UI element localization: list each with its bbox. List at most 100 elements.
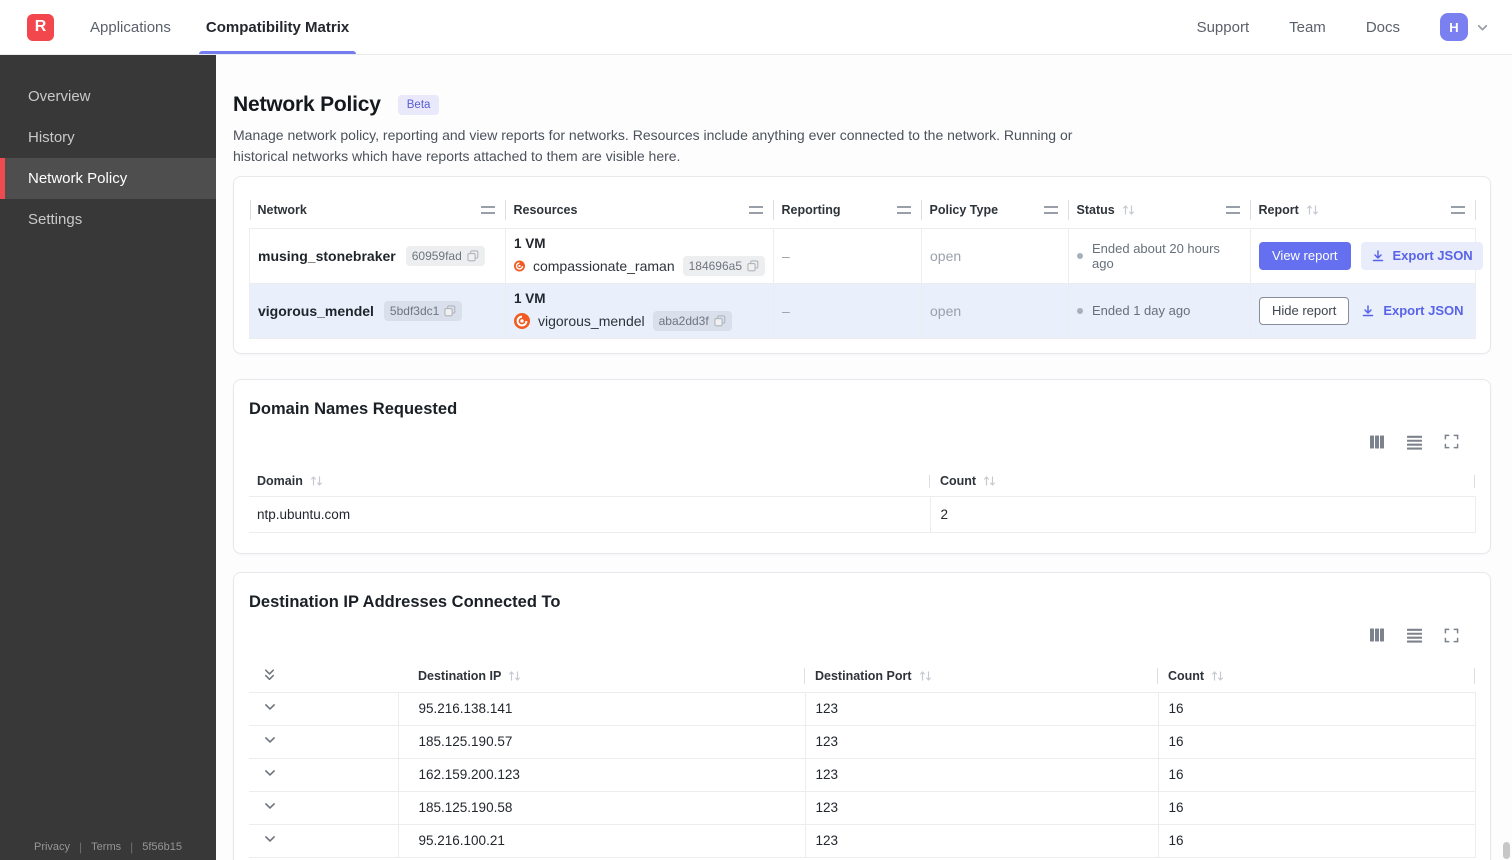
destination-count-value: 16 [1157, 824, 1476, 858]
columns-view-icon[interactable] [1369, 627, 1385, 643]
column-drag-handle-icon[interactable] [480, 205, 495, 214]
sidebar-item-history[interactable]: History [0, 117, 216, 158]
report-button[interactable]: Hide report [1259, 296, 1350, 325]
destination-row[interactable]: 185.125.190.58 123 16 [249, 791, 1476, 825]
destination-count-value: 16 [1157, 692, 1476, 726]
sort-icon[interactable] [310, 475, 323, 487]
copy-icon[interactable] [444, 304, 456, 317]
export-json-button[interactable]: Export JSON [1360, 241, 1483, 270]
column-drag-handle-icon[interactable] [896, 205, 911, 214]
destination-ip-value: 162.159.200.123 [397, 758, 805, 792]
sort-icon[interactable] [508, 670, 521, 682]
page-description: Manage network policy, reporting and vie… [233, 127, 1073, 164]
primary-nav: Applications Compatibility Matrix [90, 0, 384, 54]
destination-port-value: 123 [804, 824, 1158, 858]
resource-hash-badge[interactable]: 184696a5 [682, 255, 765, 276]
destination-port-value: 123 [804, 758, 1158, 792]
rows-view-icon[interactable] [1406, 627, 1423, 643]
column-header-network[interactable]: Network [249, 192, 506, 228]
destinations-toolbar [249, 626, 1459, 644]
column-header-reporting[interactable]: Reporting [774, 192, 922, 228]
chevron-down-icon[interactable] [263, 733, 277, 747]
column-header-status[interactable]: Status [1069, 192, 1251, 228]
column-header-report[interactable]: Report [1251, 192, 1476, 228]
column-drag-handle-icon[interactable] [1450, 205, 1465, 214]
sidebar-item-settings[interactable]: Settings [0, 199, 216, 240]
nav-link-team[interactable]: Team [1289, 19, 1326, 36]
status-dot [1077, 307, 1083, 314]
destination-row[interactable]: 162.159.200.123 123 16 [249, 758, 1476, 792]
network-row[interactable]: musing_stonebraker 60959fad 1 VM compass… [249, 227, 1483, 283]
chevron-down-icon[interactable] [263, 766, 277, 780]
column-header-policy-type[interactable]: Policy Type [922, 192, 1069, 228]
chevron-down-icon[interactable] [263, 799, 277, 813]
status-text: Ended 1 day ago [1092, 303, 1191, 318]
network-row[interactable]: vigorous_mendel 5bdf3dc1 1 VM vigorous_m… [249, 282, 1476, 339]
column-header-dest-count[interactable]: Count [1158, 660, 1475, 693]
terms-link[interactable]: Terms [91, 841, 121, 853]
fullscreen-icon[interactable] [1444, 434, 1459, 449]
column-drag-handle-icon[interactable] [1043, 205, 1058, 214]
chevron-down-icon[interactable] [263, 832, 277, 846]
privacy-link[interactable]: Privacy [34, 841, 70, 853]
sort-icon[interactable] [919, 670, 932, 682]
export-json-button[interactable]: Export JSON [1359, 297, 1465, 325]
destination-row[interactable]: 95.216.138.141 123 16 [249, 692, 1476, 726]
expand-all-icon[interactable] [263, 667, 276, 682]
column-header-resources[interactable]: Resources [506, 192, 774, 228]
build-version: 5f56b15 [142, 841, 183, 853]
rows-view-icon[interactable] [1406, 434, 1423, 450]
fullscreen-icon[interactable] [1444, 628, 1459, 643]
column-header-destination-ip[interactable]: Destination IP [398, 660, 805, 693]
destinations-card-title: Destination IP Addresses Connected To [249, 593, 561, 611]
destination-ip-value: 185.125.190.58 [397, 791, 805, 825]
nav-link-support[interactable]: Support [1197, 19, 1250, 36]
scrollbar-thumb[interactable] [1503, 842, 1510, 859]
reporting-value: – [773, 282, 922, 339]
app-logo[interactable]: R [27, 13, 54, 41]
policy-type-value: open [921, 282, 1069, 339]
user-avatar[interactable]: H [1440, 13, 1468, 41]
sort-icon[interactable] [1122, 204, 1135, 216]
sort-icon[interactable] [1211, 670, 1224, 682]
column-drag-handle-icon[interactable] [1225, 205, 1240, 214]
vm-icon [514, 260, 525, 271]
main-content: Network Policy Beta Manage network polic… [216, 55, 1512, 860]
status-text: Ended about 20 hours ago [1092, 240, 1220, 271]
network-hash-badge[interactable]: 60959fad [405, 245, 485, 266]
destination-row[interactable]: 95.216.100.21 123 16 [249, 824, 1476, 858]
sort-icon[interactable] [983, 475, 996, 487]
network-name: musing_stonebraker [258, 247, 396, 264]
columns-view-icon[interactable] [1369, 434, 1385, 450]
nav-link-docs[interactable]: Docs [1366, 19, 1400, 36]
vm-count: 1 VM [514, 290, 546, 306]
sidebar-item-network-policy[interactable]: Network Policy [0, 158, 216, 199]
column-header-count[interactable]: Count [930, 466, 1475, 497]
network-hash-badge[interactable]: 5bdf3dc1 [383, 300, 463, 321]
copy-icon[interactable] [747, 259, 759, 272]
column-drag-handle-icon[interactable] [748, 205, 763, 214]
sort-icon[interactable] [1306, 204, 1319, 216]
destination-port-value: 123 [804, 692, 1158, 726]
destination-count-value: 16 [1157, 725, 1476, 759]
copy-icon[interactable] [714, 314, 726, 327]
destination-row[interactable]: 185.125.190.57 123 16 [249, 725, 1476, 759]
nav-tab-applications[interactable]: Applications [90, 0, 171, 54]
networks-table-header: Network Resources Reporting Policy Type [249, 192, 1476, 228]
chevron-down-icon[interactable] [263, 700, 277, 714]
column-header-destination-port[interactable]: Destination Port [805, 660, 1158, 693]
user-menu-chevron-icon[interactable] [1475, 20, 1490, 35]
app-logo-letter: R [34, 18, 47, 35]
resource-hash-badge[interactable]: aba2dd3f [652, 310, 732, 331]
destinations-card: Destination IP Addresses Connected To De… [233, 572, 1491, 860]
nav-tab-compatibility-matrix[interactable]: Compatibility Matrix [198, 0, 357, 54]
column-header-domain[interactable]: Domain [249, 466, 930, 497]
network-name: vigorous_mendel [258, 302, 374, 319]
copy-icon[interactable] [467, 249, 479, 262]
domain-row[interactable]: ntp.ubuntu.com 2 [249, 496, 1476, 533]
page-header: Network Policy Beta [233, 93, 1491, 117]
sidebar-item-overview[interactable]: Overview [0, 76, 216, 117]
beta-badge: Beta [397, 95, 440, 115]
destination-port-value: 123 [804, 791, 1158, 825]
report-button[interactable]: View report [1259, 241, 1351, 270]
